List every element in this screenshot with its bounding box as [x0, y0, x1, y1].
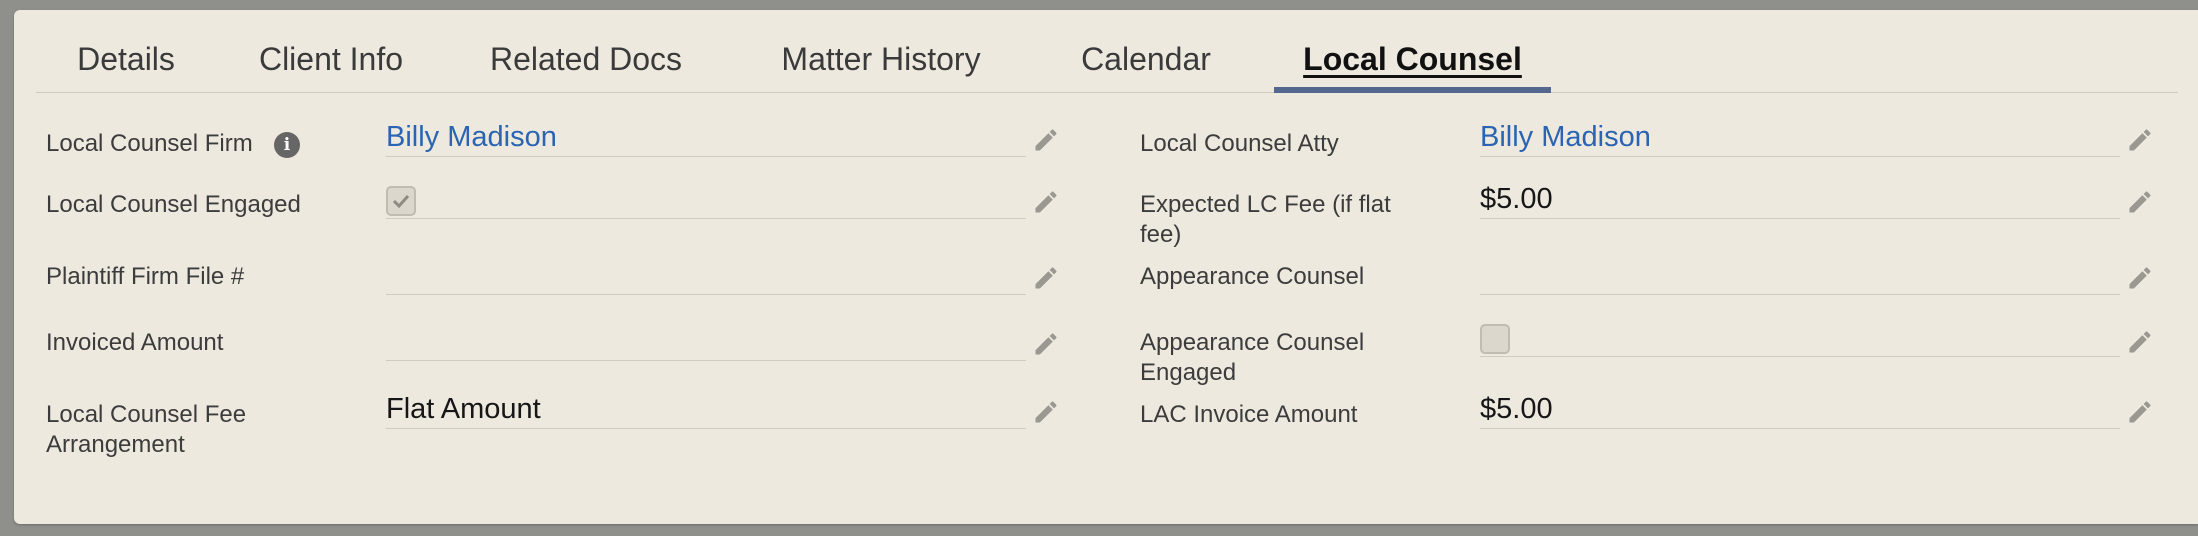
field-label-lac-invoice-amount: LAC Invoice Amount: [1140, 401, 1358, 428]
pencil-icon[interactable]: [1032, 188, 1060, 216]
field-value-invoiced-amount: [386, 328, 1026, 361]
tab-calendar[interactable]: Calendar: [1066, 24, 1226, 92]
pencil-icon[interactable]: [1032, 398, 1060, 426]
tab-matter-history[interactable]: Matter History: [756, 24, 1006, 92]
pencil-icon[interactable]: [2126, 126, 2154, 154]
field-label-appearance-counsel-engaged: Appearance Counsel Engaged: [1140, 329, 1365, 386]
pencil-icon[interactable]: [2126, 328, 2154, 356]
tab-details[interactable]: Details: [56, 24, 196, 92]
tab-related-docs[interactable]: Related Docs: [476, 24, 696, 92]
appearance-counsel-engaged-checkbox[interactable]: [1480, 324, 1510, 354]
field-value-local-counsel-firm: Billy Madison: [386, 121, 1026, 157]
field-value-plaintiff-firm-file: [386, 262, 1026, 295]
pencil-icon[interactable]: [2126, 264, 2154, 292]
tab-client-info[interactable]: Client Info: [236, 24, 426, 92]
field-label-local-counsel-fee-arrangement: Local Counsel Fee Arrangement: [46, 401, 247, 458]
field-label-expected-lc-fee: Expected LC Fee (if flat fee): [1140, 191, 1391, 248]
field-label-local-counsel-atty: Local Counsel Atty: [1140, 130, 1339, 157]
field-value-expected-lc-fee: $5.00: [1480, 183, 2120, 219]
field-label-invoiced-amount: Invoiced Amount: [46, 329, 224, 356]
pencil-icon[interactable]: [2126, 188, 2154, 216]
lac-invoice-amount-value: $5.00: [1480, 393, 1553, 425]
local-counsel-firm-link[interactable]: Billy Madison: [386, 121, 557, 154]
local-counsel-atty-link[interactable]: Billy Madison: [1480, 121, 1651, 154]
pencil-icon[interactable]: [1032, 264, 1060, 292]
field-value-lac-invoice-amount: $5.00: [1480, 393, 2120, 429]
info-icon[interactable]: i: [274, 132, 300, 158]
field-label-local-counsel-engaged: Local Counsel Engaged: [46, 191, 301, 218]
field-value-local-counsel-atty: Billy Madison: [1480, 121, 2120, 157]
active-tab-indicator: [1274, 87, 1551, 93]
tab-local-counsel[interactable]: Local Counsel: [1274, 24, 1551, 93]
field-label-plaintiff-firm-file: Plaintiff Firm File #: [46, 263, 245, 290]
field-label-appearance-counsel: Appearance Counsel: [1140, 263, 1365, 290]
field-value-local-counsel-fee-arrangement: Flat Amount: [386, 393, 1026, 429]
field-label-local-counsel-firm: Local Counsel Firm: [46, 130, 253, 157]
tab-bar: Details Client Info Related Docs Matter …: [36, 24, 2178, 93]
expected-lc-fee-value: $5.00: [1480, 183, 1553, 215]
tab-local-counsel-label: Local Counsel: [1303, 41, 1522, 77]
pencil-icon[interactable]: [1032, 330, 1060, 358]
field-value-appearance-counsel-engaged: [1480, 324, 2120, 357]
field-value-appearance-counsel: [1480, 262, 2120, 295]
local-counsel-engaged-checkbox[interactable]: [386, 186, 416, 216]
pencil-icon[interactable]: [2126, 398, 2154, 426]
record-detail-panel: Details Client Info Related Docs Matter …: [14, 10, 2198, 524]
local-counsel-fee-arrangement-value: Flat Amount: [386, 393, 541, 425]
checkmark-icon: [392, 194, 410, 208]
field-value-local-counsel-engaged: [386, 186, 1026, 219]
pencil-icon[interactable]: [1032, 126, 1060, 154]
